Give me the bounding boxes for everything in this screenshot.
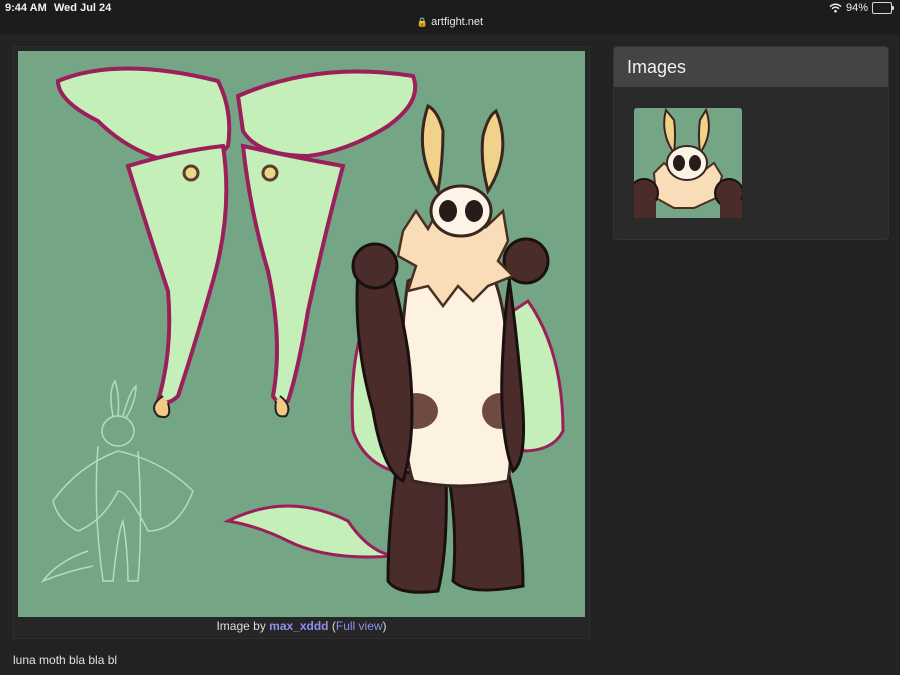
battery-percent: 94% (845, 2, 868, 14)
lock-icon: 🔒 (416, 17, 429, 27)
artwork-image[interactable] (18, 51, 585, 617)
artist-link[interactable]: max_xddd (269, 619, 328, 633)
legs (386, 469, 525, 594)
status-indicators: 94% (829, 2, 894, 14)
images-panel: Images (613, 46, 889, 240)
caption-paren-open: ( (328, 619, 336, 633)
full-view-link[interactable]: Full view (336, 619, 383, 633)
artwork-drawing (40, 66, 565, 594)
status-time: 9:44 AM (5, 2, 47, 14)
artwork-panel: Image by max_xddd (Full view) (13, 46, 590, 639)
caption-paren-close: ) (382, 619, 387, 633)
thumbnail-drawing (634, 108, 742, 218)
wifi-icon (829, 3, 842, 13)
url-text: artfight.net (431, 16, 484, 28)
images-panel-title: Images (614, 47, 888, 87)
status-date: Wed Jul 24 (54, 2, 112, 14)
sketch-figure (40, 379, 194, 583)
body (394, 263, 518, 488)
image-thumbnail[interactable] (634, 108, 742, 218)
battery-icon (872, 2, 894, 14)
status-bar: 9:44 AM Wed Jul 24 94% 🔒 artfight.net (0, 0, 900, 34)
head (420, 103, 505, 238)
caption-prefix: Image by (216, 619, 270, 633)
left-wing (55, 66, 232, 419)
address-bar[interactable]: 🔒 artfight.net (0, 16, 900, 28)
art-description: luna moth bla bla bl (13, 653, 118, 667)
image-caption: Image by max_xddd (Full view) (14, 619, 589, 633)
